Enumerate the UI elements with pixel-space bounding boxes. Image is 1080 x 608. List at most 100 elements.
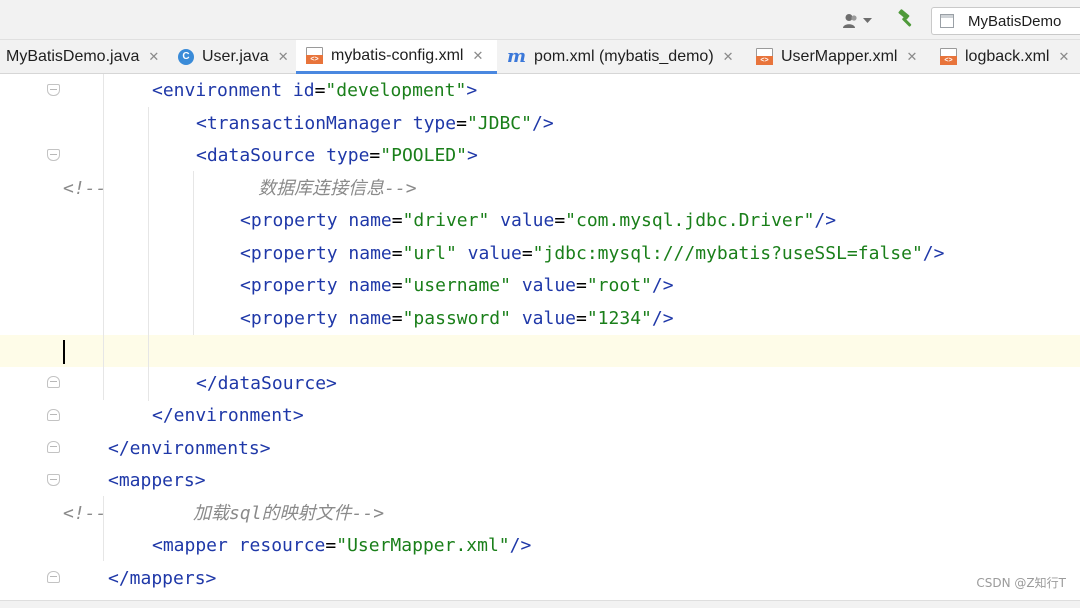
editor-tabs: MyBatisDemo.java ✕ C User.java ✕ mybatis… (0, 40, 1080, 74)
xml-attribute: type (412, 113, 457, 134)
xml-tag: <dataSource (196, 145, 316, 166)
xml-value: "UserMapper.xml" (336, 535, 510, 556)
tab-label: logback.xml (965, 47, 1050, 65)
java-class-icon: C (178, 48, 194, 65)
tab-label: mybatis-config.xml (331, 46, 464, 64)
xml-file-icon (306, 47, 323, 64)
fold-toggle-icon[interactable] (47, 441, 60, 453)
code-line: <property name="url" value="jdbc:mysql:/… (240, 238, 944, 270)
xml-tag: </dataSource> (196, 373, 337, 394)
code-text: = (391, 308, 403, 329)
xml-tag: /> (814, 210, 837, 231)
fold-toggle-icon[interactable] (47, 149, 60, 161)
xml-tag: <mappers> (108, 470, 206, 491)
xml-attribute: type (326, 145, 370, 166)
xml-attribute: name (348, 308, 392, 329)
xml-tag: <property (240, 243, 338, 264)
code-line: <mapper resource="UserMapper.xml"/> (152, 530, 531, 562)
code-editor[interactable]: <environment id="development"> <transact… (0, 74, 1080, 600)
fold-toggle-icon[interactable] (47, 409, 60, 421)
tab-pom-xml[interactable]: m pom.xml (mybatis_demo) ✕ (497, 40, 747, 73)
code-text: = (521, 243, 533, 264)
xml-tag: > (466, 145, 478, 166)
xml-attribute: name (348, 243, 392, 264)
code-text: = (576, 308, 587, 329)
xml-value: "url" (402, 243, 457, 264)
close-icon[interactable]: ✕ (906, 49, 917, 65)
xml-tag: /> (509, 535, 532, 556)
code-line: </dataSource> (196, 368, 337, 400)
code-line: <environment id="development"> (152, 75, 477, 107)
fold-toggle-icon[interactable] (47, 376, 60, 388)
tab-mybatisdemo-java[interactable]: MyBatisDemo.java ✕ (0, 40, 166, 73)
code-text: = (391, 275, 403, 296)
xml-value: "JDBC" (466, 113, 532, 134)
close-icon[interactable]: ✕ (148, 49, 159, 65)
tab-usermapper-xml[interactable]: UserMapper.xml ✕ (747, 40, 931, 73)
code-line: </mappers> (108, 563, 216, 595)
close-icon[interactable]: ✕ (1058, 49, 1069, 65)
tab-label: MyBatisDemo.java (6, 47, 140, 65)
xml-attribute: id (292, 80, 315, 101)
tab-label: User.java (202, 47, 269, 65)
xml-tag: <environment (152, 80, 283, 101)
xml-file-icon (756, 48, 773, 65)
fold-toggle-icon[interactable] (47, 571, 60, 583)
xml-tag: > (466, 80, 478, 101)
code-line: <transactionManager type="JDBC"/> (196, 108, 554, 140)
xml-tag: <property (240, 210, 338, 231)
fold-toggle-icon[interactable] (47, 474, 60, 486)
close-icon[interactable]: ✕ (723, 49, 734, 65)
xml-comment: <!-- 数据库连接信息--> (63, 178, 417, 199)
run-config-label: MyBatisDemo (968, 12, 1062, 30)
xml-tag: <property (240, 308, 338, 329)
code-line: <property name="username" value="root"/> (240, 270, 674, 302)
fold-toggle-icon[interactable] (47, 84, 60, 96)
code-line: <dataSource type="POOLED"> (196, 140, 478, 172)
code-line: <property name="password" value="1234"/> (240, 303, 674, 335)
xml-attribute: name (348, 275, 392, 296)
tab-label: pom.xml (mybatis_demo) (534, 47, 714, 65)
xml-value: "development" (325, 80, 467, 101)
tab-mybatis-config-xml[interactable]: mybatis-config.xml ✕ (296, 40, 497, 74)
xml-value: "1234" (586, 308, 652, 329)
xml-value: "POOLED" (380, 145, 467, 166)
xml-tag: </environment> (152, 405, 304, 426)
run-config-icon (940, 14, 954, 28)
code-text: = (391, 210, 403, 231)
close-icon[interactable]: ✕ (278, 49, 289, 65)
xml-value: "driver" (402, 210, 490, 231)
xml-tag: <transactionManager (196, 113, 402, 134)
close-icon[interactable]: ✕ (472, 48, 483, 64)
xml-value: "root" (586, 275, 652, 296)
xml-value: "password" (402, 308, 511, 329)
user-dropdown-icon[interactable] (843, 10, 877, 32)
indent-guide (103, 74, 104, 400)
xml-attribute: name (348, 210, 392, 231)
maven-icon: m (507, 46, 527, 67)
code-text: = (391, 243, 403, 264)
code-text: = (325, 535, 337, 556)
xml-tag: /> (531, 113, 554, 134)
tab-user-java[interactable]: C User.java ✕ (166, 40, 296, 73)
code-text: = (314, 80, 326, 101)
code-line: <mappers> (108, 465, 206, 497)
tab-logback-xml[interactable]: logback.xml ✕ (931, 40, 1080, 73)
xml-attribute: resource (238, 535, 326, 556)
code-comment-line: <!-- 加载sql的映射文件--> (63, 498, 384, 530)
xml-value: "username" (402, 275, 511, 296)
hammer-icon[interactable] (896, 9, 918, 31)
chevron-down-icon (863, 18, 872, 23)
run-config-select[interactable]: MyBatisDemo (931, 7, 1080, 35)
xml-tag: </environments> (108, 438, 271, 459)
